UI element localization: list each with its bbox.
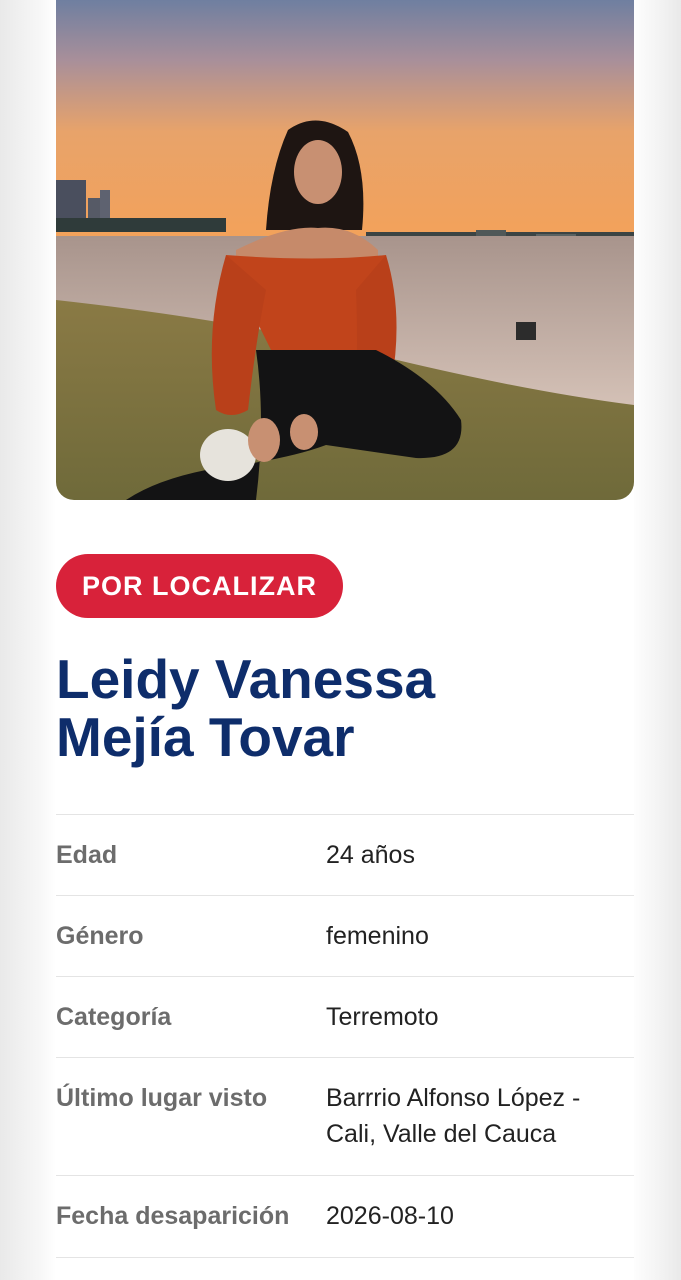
details-table: Edad 24 años Género femenino Categoría T… (56, 814, 634, 1258)
page: POR LOCALIZAR Leidy Vanessa Mejía Tovar … (0, 0, 681, 1280)
detail-value-disappearance-date: 2026-08-10 (326, 1202, 454, 1230)
detail-label-disappearance-date: Fecha desaparición (56, 1202, 290, 1230)
person-name-line-1: Leidy Vanessa (56, 648, 436, 710)
detail-row-last-seen: Último lugar visto Barrrio Alfonso López… (56, 1057, 634, 1175)
detail-row-age: Edad 24 años (56, 814, 634, 895)
detail-value-last-seen: Barrrio Alfonso López - Cali, Valle del … (326, 1080, 634, 1152)
person-photo (56, 0, 634, 500)
missing-person-card: POR LOCALIZAR Leidy Vanessa Mejía Tovar … (56, 0, 634, 1280)
detail-row-category: Categoría Terremoto (56, 976, 634, 1057)
detail-value-last-seen-line-1: Barrrio Alfonso López - (326, 1084, 581, 1112)
detail-label-category: Categoría (56, 1003, 172, 1031)
detail-value-age: 24 años (326, 841, 415, 869)
detail-row-disappearance-date: Fecha desaparición 2026-08-10 (56, 1175, 634, 1258)
person-name: Leidy Vanessa Mejía Tovar (56, 650, 634, 766)
person-name-line-2: Mejía Tovar (56, 706, 355, 768)
detail-label-age: Edad (56, 841, 118, 869)
detail-row-gender: Género femenino (56, 895, 634, 976)
detail-label-gender: Género (56, 922, 144, 950)
detail-value-category: Terremoto (326, 1003, 439, 1031)
status-badge: POR LOCALIZAR (56, 554, 343, 618)
detail-label-last-seen: Último lugar visto (56, 1084, 268, 1112)
detail-value-last-seen-line-2: Cali, Valle del Cauca (326, 1120, 557, 1148)
detail-value-gender: femenino (326, 922, 429, 950)
